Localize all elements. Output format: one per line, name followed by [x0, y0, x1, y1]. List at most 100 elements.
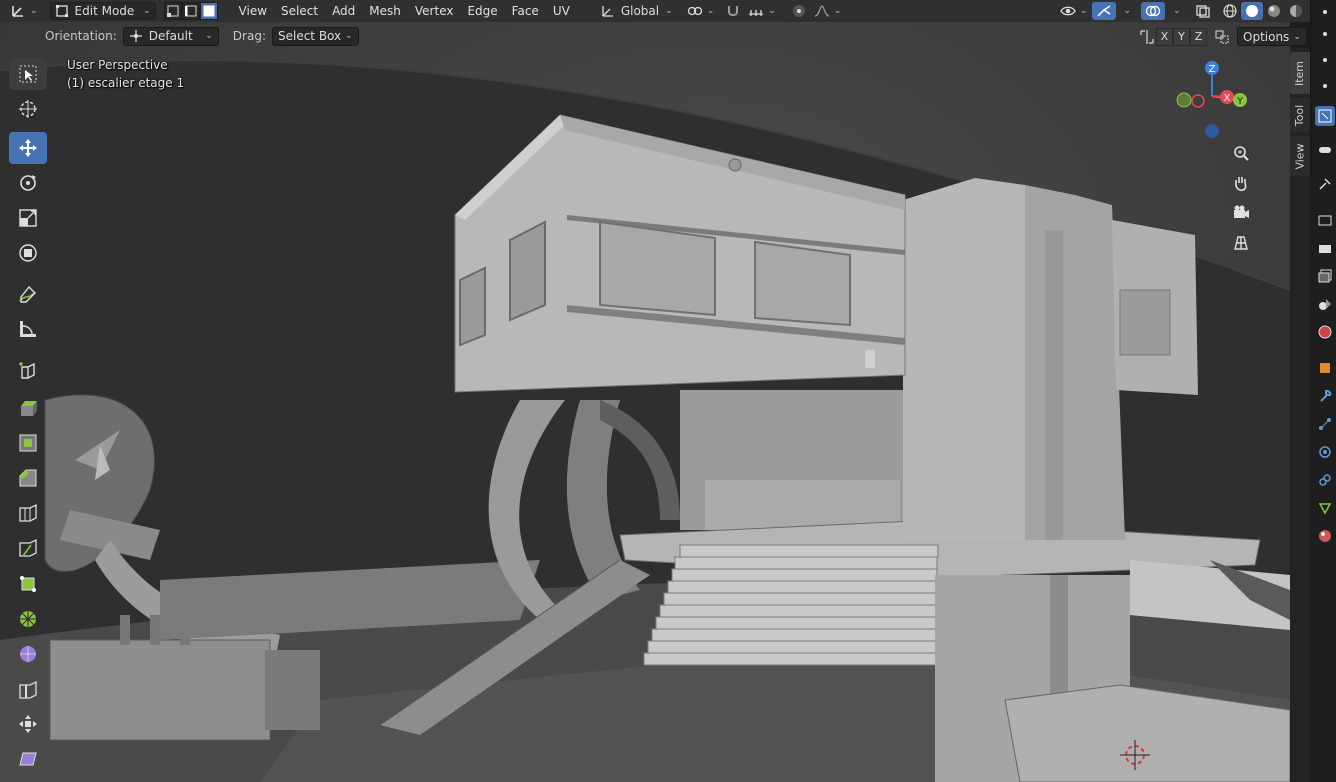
proportional-edit-toggle[interactable] [788, 2, 810, 20]
camera-view-icon[interactable] [1228, 200, 1254, 226]
extrude-icon [21, 401, 37, 416]
perspective-grid-icon[interactable] [1228, 230, 1254, 256]
menu-add[interactable]: Add [325, 2, 362, 20]
pivot-point-dropdown[interactable]: ⌄ [683, 2, 719, 20]
face-select-icon[interactable] [199, 2, 218, 20]
gizmo-icon [1097, 5, 1110, 17]
menu-mesh[interactable]: Mesh [362, 2, 408, 20]
drag-setting-label: Drag: [232, 29, 266, 43]
falloff-dropdown[interactable]: ⌄ [810, 2, 846, 20]
mode-selector[interactable]: Edit Mode ⌄ [49, 2, 156, 20]
spin-tool[interactable] [9, 603, 47, 635]
drag-dropdown[interactable]: Select Box ⌄ [271, 26, 359, 46]
menu-face[interactable]: Face [505, 2, 546, 20]
object-properties-icon[interactable] [1315, 358, 1335, 378]
object-data-icon[interactable] [1315, 498, 1335, 518]
physics-icon[interactable] [1315, 442, 1335, 462]
overlays-toggle[interactable] [1141, 2, 1166, 20]
inset-faces-tool[interactable] [9, 427, 47, 459]
particles-icon[interactable] [1315, 414, 1335, 434]
render-properties-icon[interactable] [1315, 210, 1335, 230]
move-tool[interactable] [9, 132, 47, 164]
tab-view[interactable]: View [1290, 136, 1310, 176]
loop-cut-tool[interactable] [9, 497, 47, 529]
xray-toggle[interactable] [1191, 2, 1215, 20]
editor-type-button[interactable]: ⌄ [6, 2, 42, 20]
drag-dropdown-value: Select Box [277, 29, 342, 43]
scene-icon[interactable] [1315, 294, 1335, 314]
view-layer-icon[interactable] [1315, 266, 1335, 286]
vertex-select-icon[interactable] [163, 2, 182, 20]
tool-properties-icon[interactable] [1315, 174, 1335, 194]
select-box-icon [19, 65, 37, 83]
material-shading-icon[interactable] [1263, 2, 1285, 20]
material-icon[interactable] [1315, 526, 1335, 546]
rotate-tool[interactable] [9, 167, 47, 199]
properties-editor-strip [1310, 0, 1336, 782]
snap-toggle[interactable] [722, 2, 744, 20]
modifier-wrench-icon[interactable] [1315, 386, 1335, 406]
knife-tool[interactable] [9, 532, 47, 564]
options-label: Options [1243, 29, 1290, 44]
bevel-tool[interactable] [9, 462, 47, 494]
tab-item[interactable]: Item [1290, 52, 1310, 94]
constraints-icon[interactable] [1315, 470, 1335, 490]
mirror-z-toggle[interactable]: Z [1190, 27, 1207, 46]
auto-merge-icon[interactable] [1213, 28, 1231, 46]
transform-orientation-dropdown[interactable]: Global ⌄ [597, 2, 677, 20]
world-icon[interactable] [1315, 322, 1335, 342]
transform-tool[interactable] [9, 237, 47, 269]
snap-target-dropdown[interactable]: ⌄ [744, 2, 780, 20]
visibility-dropdown[interactable]: ⌄ [1056, 2, 1092, 20]
select-mode-group [163, 2, 218, 20]
edge-slide-icon [19, 680, 37, 699]
3d-viewport[interactable]: User Perspective (1) escalier etage 1 Z … [0, 22, 1290, 782]
gizmo-toggle[interactable] [1091, 2, 1116, 20]
edge-slide-tool[interactable] [9, 674, 47, 706]
active-tool-icon[interactable] [1315, 106, 1335, 126]
annotate-tool[interactable] [9, 278, 47, 310]
xray-icon [1195, 5, 1210, 18]
gizmo-dropdown[interactable]: ⌄ [1116, 2, 1136, 20]
overlays-dropdown[interactable]: ⌄ [1165, 2, 1185, 20]
rendered-shading-icon[interactable] [1285, 2, 1307, 20]
gizmo-z-label: Z [1209, 64, 1216, 75]
output-properties-icon[interactable] [1315, 238, 1335, 258]
orientation-label: Global [620, 4, 660, 18]
cursor-tool[interactable] [9, 93, 47, 125]
mode-label: Edit Mode [74, 4, 135, 18]
measure-tool[interactable] [9, 313, 47, 345]
poly-build-icon [20, 576, 36, 592]
navigation-gizmo[interactable]: Z X Y [1170, 54, 1260, 144]
mirror-y-toggle[interactable]: Y [1173, 27, 1190, 46]
menu-select[interactable]: Select [274, 2, 325, 20]
shrink-fatten-tool[interactable] [9, 708, 47, 740]
eye-icon [1060, 6, 1076, 16]
zoom-icon[interactable] [1228, 140, 1254, 166]
extrude-region-tool[interactable] [9, 392, 47, 424]
edge-select-icon[interactable] [181, 2, 200, 20]
bevel-icon [19, 469, 37, 487]
menu-edge[interactable]: Edge [460, 2, 504, 20]
shear-tool[interactable] [9, 743, 47, 775]
overlays-icon [1145, 5, 1161, 17]
solid-shading-icon[interactable] [1240, 2, 1263, 20]
header-menus: View Select Add Mesh Vertex Edge Face UV [232, 2, 577, 20]
menu-uv[interactable]: UV [546, 2, 577, 20]
add-cube-tool[interactable] [9, 354, 47, 386]
render-toggle-icon[interactable] [1315, 140, 1335, 160]
loop-cut-icon [19, 503, 37, 522]
smooth-tool[interactable] [9, 638, 47, 670]
mirror-x-toggle[interactable]: X [1156, 27, 1173, 46]
orientation-dropdown[interactable]: Default ⌄ [122, 26, 219, 46]
gizmo-y-label: Y [1236, 96, 1244, 107]
menu-view[interactable]: View [232, 2, 274, 20]
scale-tool[interactable] [9, 202, 47, 234]
options-dropdown[interactable]: Options ⌄ [1237, 27, 1307, 46]
tab-tool[interactable]: Tool [1290, 98, 1310, 132]
select-box-tool[interactable] [9, 58, 47, 90]
wireframe-shading-icon[interactable] [1219, 2, 1241, 20]
pan-hand-icon[interactable] [1228, 170, 1254, 196]
poly-build-tool[interactable] [9, 568, 47, 600]
menu-vertex[interactable]: Vertex [408, 2, 461, 20]
